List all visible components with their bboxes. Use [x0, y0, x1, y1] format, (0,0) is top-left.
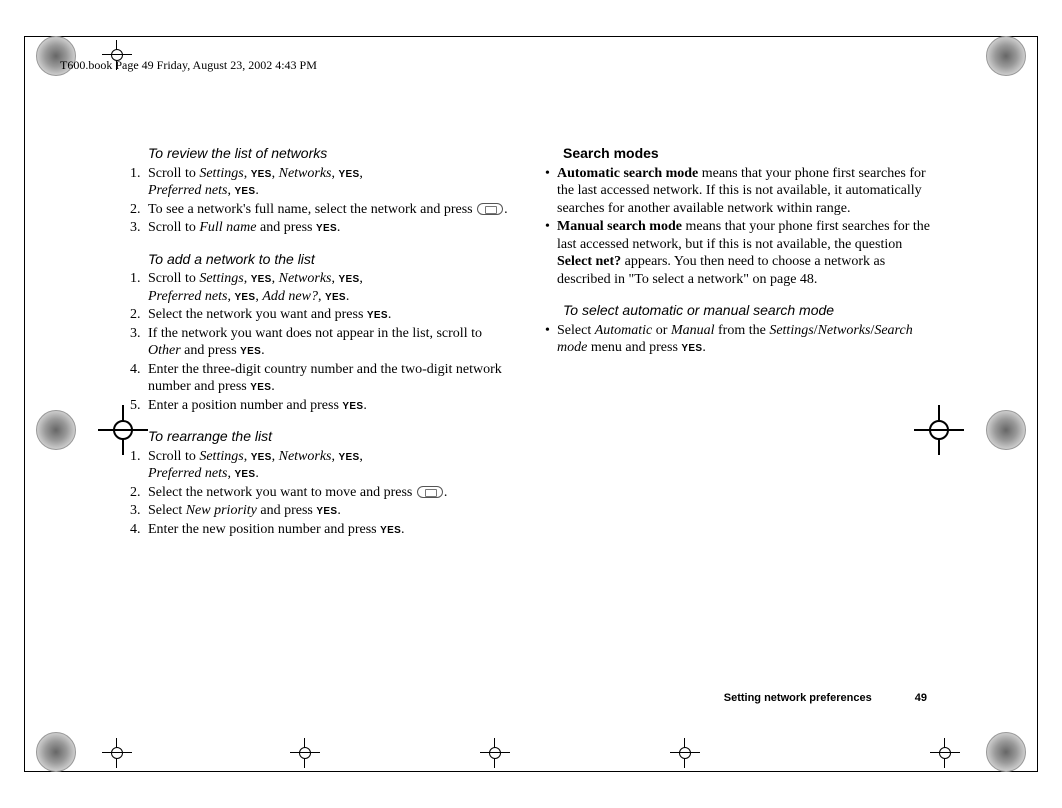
bullet-item: Manual search mode means that your phone…: [557, 218, 930, 288]
crosshair-small-icon: [480, 738, 510, 768]
crosshair-small-icon: [930, 738, 960, 768]
section-heading: To rearrange the list: [148, 428, 515, 446]
footer-section: Setting network preferences: [724, 692, 872, 704]
page-content: To review the list of networks 1. Scroll…: [130, 145, 930, 552]
step: Scroll to Settings, YES, Networks, YES, …: [148, 270, 515, 305]
step: Scroll to Settings, YES, Networks, YES, …: [148, 448, 515, 483]
step: To see a network's full name, select the…: [148, 201, 515, 219]
crosshair-small-icon: [290, 738, 320, 768]
add-list: 1. Scroll to Settings, YES, Networks, YE…: [130, 270, 515, 414]
review-list: 1. Scroll to Settings, YES, Networks, YE…: [130, 165, 515, 237]
registration-mark-icon: [36, 410, 76, 450]
registration-mark-icon: [986, 410, 1026, 450]
step: Select New priority and press YES.: [148, 502, 515, 520]
crosshair-small-icon: [102, 738, 132, 768]
section-heading: To add a network to the list: [148, 251, 515, 269]
bullet-item: Automatic search mode means that your ph…: [557, 165, 930, 218]
step: Select the network you want to move and …: [148, 484, 515, 502]
registration-mark-icon: [986, 36, 1026, 76]
step: Scroll to Full name and press YES.: [148, 219, 515, 237]
section-heading: To review the list of networks: [148, 145, 515, 163]
step: Select the network you want and press YE…: [148, 306, 515, 324]
crosshair-small-icon: [670, 738, 700, 768]
options-button-icon: [417, 486, 443, 498]
step: If the network you want does not appear …: [148, 325, 515, 360]
registration-mark-icon: [986, 732, 1026, 772]
search-modes-list: • Automatic search mode means that your …: [545, 165, 930, 289]
page-header: T600.book Page 49 Friday, August 23, 200…: [60, 58, 317, 73]
select-mode-list: • Select Automatic or Manual from the Se…: [545, 322, 930, 357]
left-column: To review the list of networks 1. Scroll…: [130, 145, 515, 552]
page-number: 49: [915, 692, 927, 704]
step: Enter a position number and press YES.: [148, 397, 515, 415]
page-footer: Setting network preferences 49: [724, 692, 927, 704]
bullet-item: Select Automatic or Manual from the Sett…: [557, 322, 930, 357]
section-heading: To select automatic or manual search mod…: [563, 302, 930, 320]
step: Enter the three-digit country number and…: [148, 361, 515, 396]
rearrange-list: 1. Scroll to Settings, YES, Networks, YE…: [130, 448, 515, 539]
step: Enter the new position number and press …: [148, 521, 515, 539]
options-button-icon: [477, 203, 503, 215]
section-heading: Search modes: [563, 145, 930, 163]
step: Scroll to Settings, YES, Networks, YES, …: [148, 165, 515, 200]
registration-mark-icon: [36, 732, 76, 772]
right-column: Search modes • Automatic search mode mea…: [545, 145, 930, 552]
